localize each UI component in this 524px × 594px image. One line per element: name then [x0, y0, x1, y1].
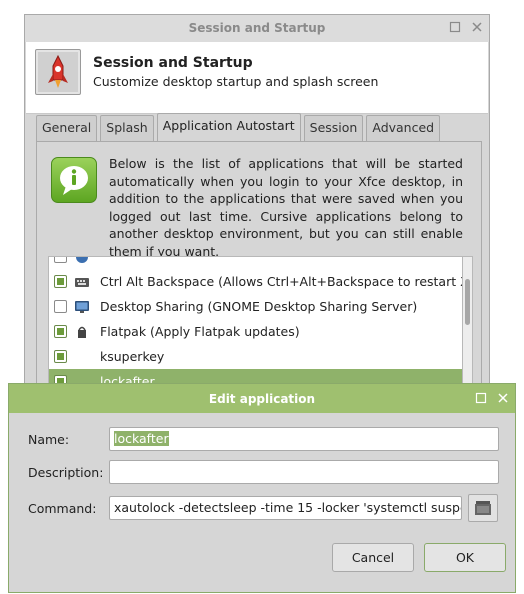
close-icon[interactable]: [497, 392, 509, 404]
ok-button[interactable]: OK: [424, 543, 506, 572]
dialog-title: Edit application: [208, 392, 316, 406]
autostart-checkbox[interactable]: [54, 275, 67, 288]
tab-session[interactable]: Session: [303, 115, 364, 141]
close-icon[interactable]: [471, 21, 483, 33]
command-field[interactable]: xautolock -detectsleep -time 15 -locker …: [109, 496, 462, 520]
autostart-checkbox[interactable]: [54, 350, 67, 363]
list-item-label: ksuperkey: [100, 349, 165, 364]
list-item[interactable]: Ctrl Alt Backspace (Allows Ctrl+Alt+Back…: [49, 269, 463, 294]
name-value: lockafter: [114, 431, 169, 446]
autostart-checkbox[interactable]: [54, 300, 67, 313]
tab-advanced[interactable]: Advanced: [366, 115, 441, 141]
list-item-label: Flatpak (Apply Flatpak updates): [100, 324, 300, 339]
list-item[interactable]: Flatpak (Apply Flatpak updates): [49, 319, 462, 344]
autostart-checkbox[interactable]: [54, 325, 67, 338]
dialog-titlebar[interactable]: Edit application: [9, 384, 515, 413]
scrollbar-thumb[interactable]: [465, 279, 470, 325]
command-label: Command:: [28, 501, 97, 516]
monitor-icon: [74, 298, 90, 314]
tab-splash[interactable]: Splash: [100, 115, 154, 141]
settings-header: Session and Startup Customize desktop st…: [26, 42, 488, 114]
autostart-description: Below is the list of applications that w…: [109, 156, 463, 259]
autostart-panel: Below is the list of applications that w…: [36, 141, 482, 413]
name-label: Name:: [28, 432, 70, 447]
folder-icon: [475, 501, 491, 515]
maximize-icon[interactable]: [475, 392, 487, 404]
main-window-title: Session and Startup: [188, 21, 326, 35]
rocket-icon: [35, 49, 81, 95]
description-label: Description:: [28, 465, 104, 480]
edit-application-dialog: Edit application Name: lockafter Descrip…: [8, 383, 516, 593]
tab-general[interactable]: General: [36, 115, 98, 141]
header-title: Session and Startup: [93, 55, 253, 71]
list-item[interactable]: [49, 257, 462, 269]
list-item[interactable]: ksuperkey: [49, 344, 462, 369]
tab-application-autostart[interactable]: Application Autostart: [156, 113, 301, 142]
tab-bar: General Splash Application Autostart Ses…: [36, 113, 443, 142]
autostart-checkbox[interactable]: [54, 257, 67, 263]
cancel-button[interactable]: Cancel: [332, 543, 414, 572]
list-item[interactable]: Desktop Sharing (GNOME Desktop Sharing S…: [49, 294, 462, 319]
list-item-label: Ctrl Alt Backspace (Allows Ctrl+Alt+Back…: [100, 274, 463, 289]
browse-button[interactable]: [468, 494, 498, 522]
list-item-label: Desktop Sharing (GNOME Desktop Sharing S…: [100, 299, 418, 314]
info-icon: [51, 157, 97, 203]
main-titlebar[interactable]: Session and Startup: [25, 15, 489, 42]
header-subtitle: Customize desktop startup and splash scr…: [93, 74, 379, 89]
generic-app-icon: [74, 257, 90, 264]
package-icon: [74, 323, 90, 339]
maximize-icon[interactable]: [449, 21, 461, 33]
session-startup-window: Session and Startup Session and Startup …: [24, 14, 490, 414]
keyboard-icon: [74, 273, 90, 289]
name-field[interactable]: lockafter: [109, 427, 499, 451]
description-field[interactable]: [109, 460, 499, 484]
